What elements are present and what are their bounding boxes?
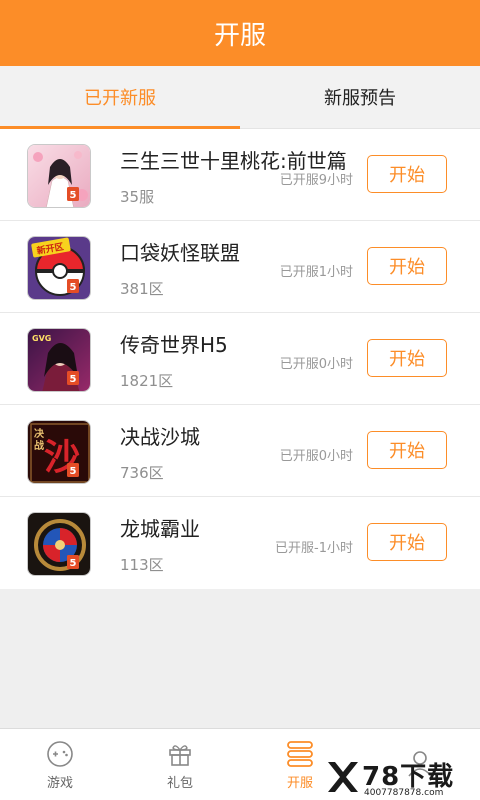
nav-item-gifts[interactable]: 礼包 [120, 729, 240, 800]
server-list: 5 三生三世十里桃花:前世篇 35服 已开服9小时 开始 新开区 5 口袋妖怪联… [0, 129, 480, 589]
gvg-badge: GVG [32, 334, 51, 343]
game-title: 决战沙城 [120, 425, 200, 449]
server-number: 1821区 [120, 372, 174, 390]
icon-char-2: 战 [34, 439, 44, 452]
legend-world-game-icon: GVG 5 [27, 328, 91, 392]
game-title: 口袋妖怪联盟 [120, 241, 240, 265]
start-button[interactable]: 开始 [367, 339, 447, 377]
watermark-logo-icon [328, 762, 358, 792]
server-number: 736区 [120, 464, 164, 482]
dragon-city-game-icon: 5 [27, 512, 91, 576]
html5-badge: 5 [70, 466, 77, 477]
nav-label: 礼包 [166, 775, 193, 791]
app-header: 开服 [0, 0, 480, 66]
html5-badge: 5 [70, 282, 77, 293]
html5-badge: 5 [70, 374, 77, 385]
server-number: 35服 [120, 188, 155, 206]
gamepad-icon [47, 740, 73, 767]
open-status: 已开服9小时 [279, 173, 353, 188]
start-button[interactable]: 开始 [367, 247, 447, 285]
open-status: 已开服-1小时 [275, 541, 353, 556]
list-item[interactable]: 5 龙城霸业 113区 已开服-1小时 开始 [0, 497, 480, 589]
start-button[interactable]: 开始 [367, 523, 447, 561]
tab-upcoming-servers[interactable]: 新服预告 [240, 66, 480, 128]
start-button[interactable]: 开始 [367, 155, 447, 193]
nav-label: 开服 [286, 775, 313, 791]
sand-city-game-icon: 决 战 沙 5 [27, 420, 91, 484]
server-number: 113区 [120, 556, 164, 574]
peach-blossom-game-icon: 5 [27, 144, 91, 208]
game-title: 龙城霸业 [120, 517, 200, 541]
open-status: 已开服0小时 [279, 357, 353, 372]
list-item[interactable]: 决 战 沙 5 决战沙城 736区 已开服0小时 开始 [0, 405, 480, 497]
watermark-url: 4007787878.com [364, 788, 444, 798]
list-item[interactable]: 新开区 5 口袋妖怪联盟 381区 已开服1小时 开始 [0, 221, 480, 313]
gift-icon [169, 744, 191, 766]
open-status: 已开服0小时 [279, 449, 353, 464]
nav-label: 游戏 [46, 775, 73, 791]
server-number: 381区 [120, 280, 164, 298]
server-list-icon [287, 740, 313, 767]
list-item[interactable]: GVG 5 传奇世界H5 1821区 已开服0小时 开始 [0, 313, 480, 405]
pokeball-game-icon: 新开区 5 [27, 236, 91, 300]
watermark: 78下载 4007787878.com [324, 756, 474, 800]
html5-badge: 5 [70, 190, 77, 201]
page-title: 开服 [213, 20, 266, 51]
open-status: 已开服1小时 [279, 265, 353, 280]
game-title: 传奇世界H5 [120, 333, 228, 357]
tab-opened-servers[interactable]: 已开新服 [0, 66, 240, 128]
list-item[interactable]: 5 三生三世十里桃花:前世篇 35服 已开服9小时 开始 [0, 129, 480, 221]
start-button[interactable]: 开始 [367, 431, 447, 469]
nav-item-games[interactable]: 游戏 [0, 729, 120, 800]
html5-badge: 5 [70, 558, 77, 569]
tab-bar: 已开新服 新服预告 [0, 66, 480, 129]
